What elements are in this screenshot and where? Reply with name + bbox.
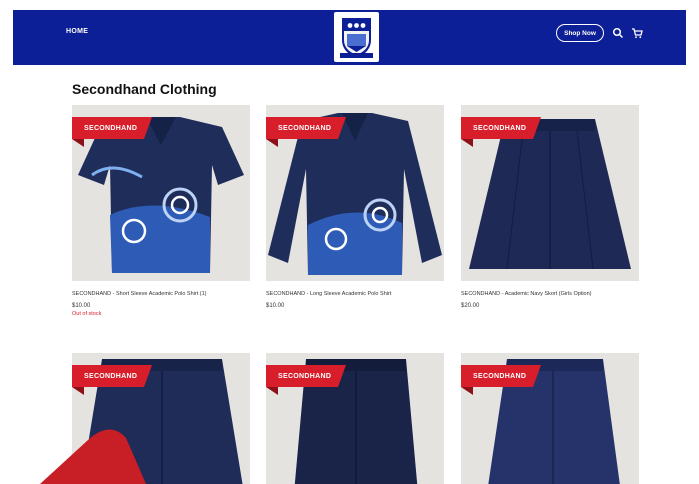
product-name[interactable]: SECONDHAND - Long Sleeve Academic Polo S… (266, 291, 444, 298)
site-header: HOME Shop Now (13, 10, 686, 65)
shop-now-button[interactable]: Shop Now (556, 24, 604, 42)
school-crest-logo[interactable] (334, 12, 379, 62)
search-icon[interactable] (611, 26, 625, 40)
product-image[interactable]: SECONDHAND (461, 105, 639, 281)
product-image[interactable]: SECONDHAND (461, 353, 639, 484)
cart-icon[interactable] (630, 26, 644, 40)
product-price: $20.00 (461, 302, 480, 309)
product-image[interactable]: SECONDHAND (266, 105, 444, 281)
product-card: SECONDHAND (461, 353, 639, 484)
nav-home-link[interactable]: HOME (66, 28, 88, 35)
page-title: Secondhand Clothing (72, 81, 217, 97)
product-price: $10.00 (266, 302, 285, 309)
product-card: SECONDHAND SECONDHAND - Long Sleeve Acad… (266, 105, 444, 309)
stock-status: Out of stock (72, 310, 102, 317)
secondhand-badge: SECONDHAND (266, 365, 346, 387)
secondhand-badge: SECONDHAND (461, 117, 541, 139)
product-image[interactable]: SECONDHAND (72, 353, 250, 484)
product-image[interactable]: SECONDHAND (72, 105, 250, 281)
product-price: $10.00 (72, 302, 91, 309)
product-name[interactable]: SECONDHAND - Short Sleeve Academic Polo … (72, 291, 250, 298)
product-card: SECONDHAND SECONDHAND - Academic Navy Sk… (461, 105, 639, 309)
product-card: SECONDHAND (72, 353, 250, 484)
secondhand-badge: SECONDHAND (461, 365, 541, 387)
secondhand-badge: SECONDHAND (72, 365, 152, 387)
product-card: SECONDHAND SECONDHAND - Short Sleeve Aca… (72, 105, 250, 317)
product-name[interactable]: SECONDHAND - Academic Navy Skort (Girls … (461, 291, 639, 298)
product-image[interactable]: SECONDHAND (266, 353, 444, 484)
secondhand-badge: SECONDHAND (72, 117, 152, 139)
secondhand-badge: SECONDHAND (266, 117, 346, 139)
product-card: SECONDHAND (266, 353, 444, 484)
